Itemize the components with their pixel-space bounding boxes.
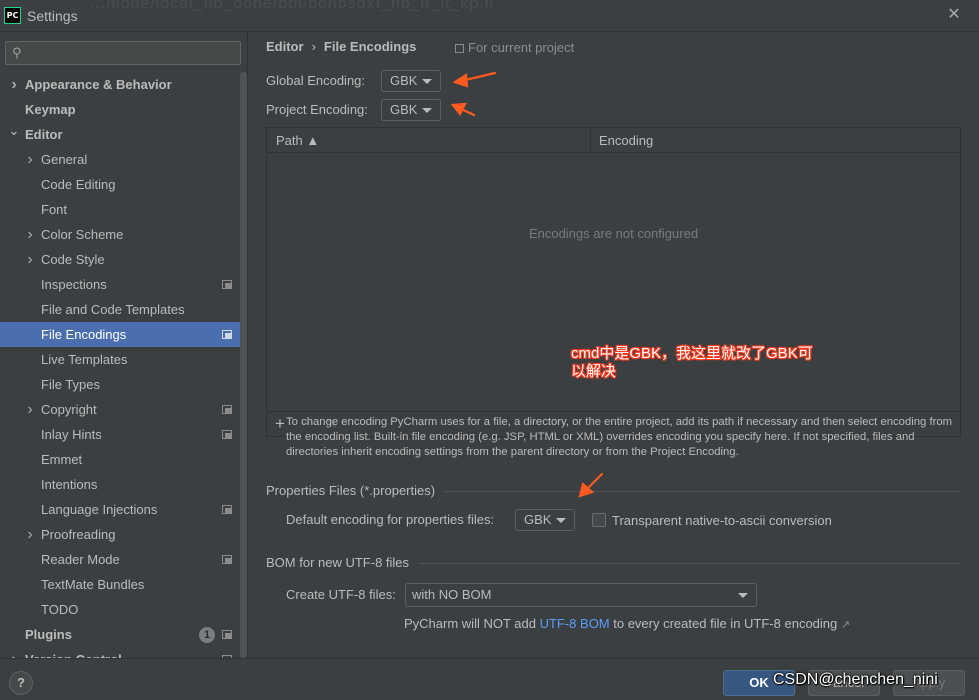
- dialog-footer: ? OK Cancel Apply CSDN@chenchen_nini: [0, 658, 979, 700]
- annotation-arrow-project: [450, 102, 476, 117]
- annotation-arrow-global: [452, 71, 497, 88]
- csdn-watermark: CSDN@chenchen_nini: [773, 671, 938, 688]
- help-button[interactable]: ?: [9, 671, 33, 695]
- annotation-arrow-properties: [578, 472, 604, 498]
- annotation-arrows: [450, 71, 604, 498]
